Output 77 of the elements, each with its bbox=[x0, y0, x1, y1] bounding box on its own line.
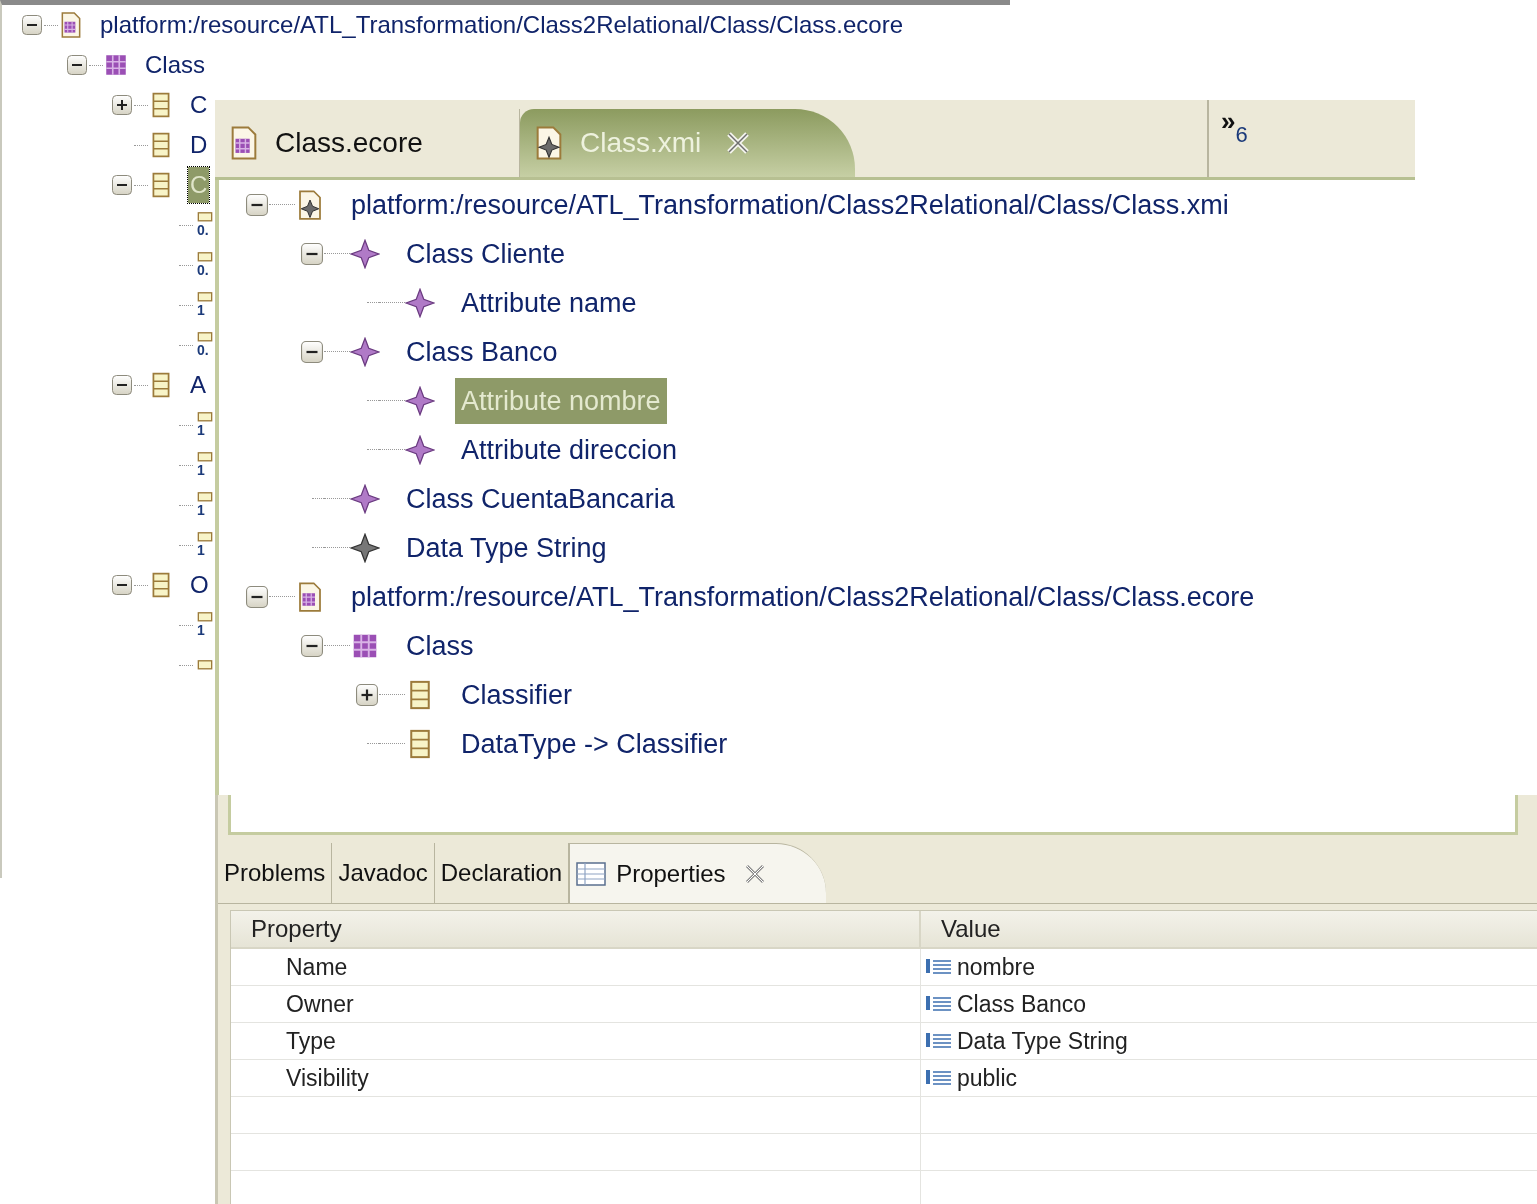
table-icon bbox=[576, 861, 607, 886]
diamond-icon bbox=[405, 434, 435, 465]
collapse-toggle[interactable] bbox=[301, 634, 323, 657]
expand-toggle[interactable] bbox=[112, 95, 132, 115]
feature-icon bbox=[197, 532, 213, 542]
diamond-icon bbox=[405, 287, 435, 318]
tree-item-label[interactable]: 1 bbox=[197, 541, 205, 558]
star-icon bbox=[350, 532, 380, 563]
collapse-toggle[interactable] bbox=[22, 15, 42, 35]
tree-item-label[interactable]: Class Cliente bbox=[400, 230, 572, 277]
expand-toggle[interactable] bbox=[356, 683, 378, 706]
list-icon bbox=[925, 1068, 953, 1088]
collapse-toggle[interactable] bbox=[112, 375, 132, 395]
property-value-cell-text: nombre bbox=[957, 952, 1035, 982]
close-icon[interactable] bbox=[743, 862, 766, 885]
feature-icon bbox=[197, 660, 213, 670]
diamond-icon bbox=[350, 483, 380, 514]
collapse-toggle[interactable] bbox=[246, 585, 268, 608]
column-header[interactable]: Value bbox=[921, 911, 1537, 947]
diamond-icon bbox=[350, 336, 380, 367]
tree-item-label[interactable]: 0. bbox=[197, 221, 209, 238]
tree-item-label[interactable]: Class bbox=[400, 622, 480, 669]
tree-item-label[interactable]: Attribute name bbox=[455, 279, 643, 326]
tree-item-label[interactable]: Data Type String bbox=[400, 524, 613, 571]
property-name-cell: Type bbox=[231, 1023, 921, 1059]
tree-item-label[interactable]: Classifier bbox=[455, 671, 579, 718]
feature-icon bbox=[197, 612, 213, 622]
tree-item-label[interactable]: A bbox=[188, 367, 208, 403]
tree-item-label[interactable]: 1 bbox=[197, 621, 205, 638]
collapse-toggle[interactable] bbox=[67, 55, 87, 75]
tree-item-label[interactable]: O bbox=[188, 567, 211, 603]
list-icon bbox=[925, 1031, 953, 1051]
tree-item-label[interactable]: Class bbox=[143, 47, 207, 83]
feature-icon bbox=[197, 332, 213, 342]
collapse-toggle[interactable] bbox=[301, 242, 323, 265]
property-name-cell: Visibility bbox=[231, 1060, 921, 1096]
property-name-cell: Owner bbox=[231, 986, 921, 1022]
collapse-toggle[interactable] bbox=[112, 175, 132, 195]
tree-item-label[interactable]: 1 bbox=[197, 421, 205, 438]
tree-item-label[interactable]: D bbox=[188, 127, 210, 163]
tree-item-label[interactable]: Class Banco bbox=[400, 328, 564, 375]
feature-icon bbox=[197, 412, 213, 422]
tree-item-label[interactable]: 0. bbox=[197, 261, 209, 278]
column-header[interactable]: Property bbox=[231, 911, 921, 947]
tree-item-label[interactable]: platform:/resource/ATL_Transformation/Class2Relational/Class/Class.xmi bbox=[345, 181, 1235, 228]
list-icon bbox=[925, 994, 953, 1014]
diamond-icon bbox=[405, 385, 435, 416]
feature-icon bbox=[197, 252, 213, 262]
property-value-cell-text: Data Type String bbox=[957, 1026, 1128, 1056]
tree-item-label[interactable]: C bbox=[188, 87, 210, 123]
grid-icon bbox=[103, 52, 129, 78]
tree-item-label[interactable]: platform:/resource/ATL_Transformation/Class2Relational/Class/Class.ecore bbox=[345, 573, 1261, 620]
collapse-toggle[interactable] bbox=[246, 193, 268, 216]
feature-icon bbox=[197, 492, 213, 502]
tree-item-label[interactable]: Attribute direccion bbox=[455, 426, 684, 473]
tree-item-label[interactable]: 1 bbox=[197, 301, 205, 318]
property-value-cell-text: public bbox=[957, 1063, 1018, 1093]
tree-item-label[interactable]: 1 bbox=[197, 461, 205, 478]
collapse-toggle[interactable] bbox=[112, 575, 132, 595]
tree-item-label[interactable]: DataType -> Classifier bbox=[455, 720, 734, 767]
view-tab[interactable]: Problems bbox=[218, 843, 333, 903]
editor-tab[interactable]: Class.ecore bbox=[215, 109, 520, 177]
view-tab[interactable]: Javadoc bbox=[332, 843, 435, 903]
property-name-cell: Name bbox=[231, 949, 921, 985]
tree-item-label[interactable]: 1 bbox=[197, 501, 205, 518]
tree-item-label[interactable]: platform:/resource/ATL_Transformation/Class2Relational/Class/Class.ecore bbox=[98, 7, 905, 43]
list-icon bbox=[925, 957, 953, 977]
property-value-cell-text: Class Banco bbox=[957, 989, 1087, 1019]
diamond-icon bbox=[350, 238, 380, 269]
view-tab[interactable]: Properties bbox=[569, 843, 826, 903]
collapse-toggle[interactable] bbox=[301, 340, 323, 363]
tree-item-label[interactable]: Class CuentaBancaria bbox=[400, 475, 681, 522]
close-icon[interactable] bbox=[725, 130, 752, 156]
feature-icon bbox=[197, 292, 213, 302]
tree-item-label[interactable]: 0. bbox=[197, 341, 209, 358]
feature-icon bbox=[197, 212, 213, 222]
feature-icon bbox=[197, 452, 213, 462]
